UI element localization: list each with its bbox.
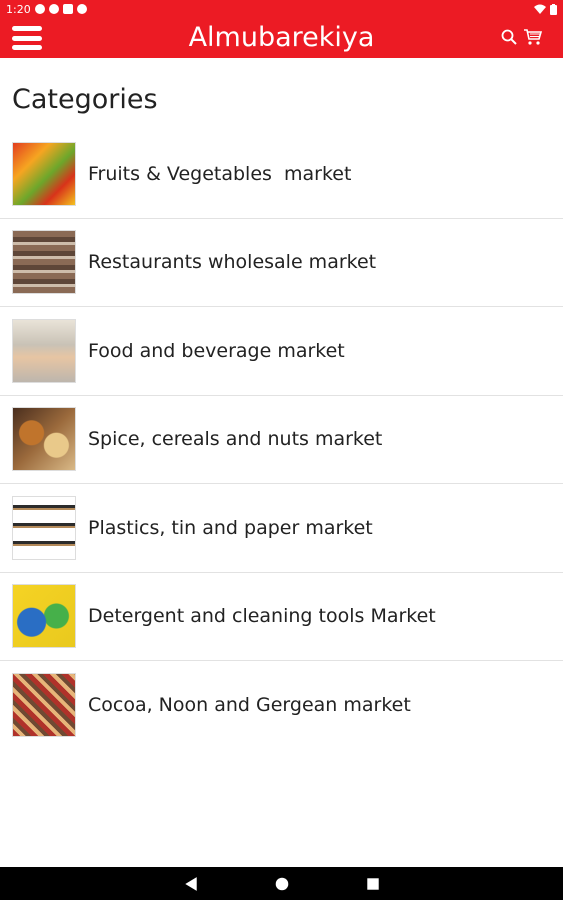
wifi-icon [534, 4, 546, 14]
recents-icon[interactable] [365, 876, 381, 892]
search-icon[interactable] [501, 29, 517, 45]
back-icon[interactable] [183, 876, 199, 892]
category-list: Fruits & Vegetables market Restaurants w… [0, 130, 563, 750]
category-label: Detergent and cleaning tools Market [88, 605, 436, 628]
category-thumbnail [12, 141, 76, 206]
notification-icon [48, 4, 59, 14]
category-label: Spice, cereals and nuts market [88, 428, 383, 451]
system-nav-bar [0, 867, 563, 900]
notification-icon [76, 4, 87, 14]
list-item[interactable]: Fruits & Vegetables market [0, 130, 563, 219]
list-item[interactable]: Plastics, tin and paper market [0, 484, 563, 573]
category-label: Fruits & Vegetables market [88, 162, 352, 185]
category-thumbnail [12, 230, 76, 295]
notification-icon [34, 4, 45, 14]
category-thumbnail [12, 673, 76, 738]
app-title: Almubarekiya [188, 22, 375, 53]
home-icon[interactable] [274, 876, 290, 892]
list-item[interactable]: Food and beverage market [0, 307, 563, 396]
status-bar: 1:20 [0, 0, 563, 18]
cart-icon[interactable] [523, 28, 543, 46]
category-label: Plastics, tin and paper market [88, 516, 373, 539]
app-toolbar: Almubarekiya [0, 18, 563, 58]
list-item[interactable]: Restaurants wholesale market [0, 219, 563, 307]
battery-icon [550, 3, 557, 15]
category-label: Food and beverage market [88, 339, 345, 362]
page-title: Categories [12, 84, 158, 115]
category-label: Cocoa, Noon and Gergean market [88, 694, 411, 717]
list-item[interactable]: Detergent and cleaning tools Market [0, 573, 563, 661]
category-thumbnail [12, 318, 76, 383]
notification-icon [62, 4, 73, 14]
list-item[interactable]: Cocoa, Noon and Gergean market [0, 661, 563, 750]
category-thumbnail [12, 584, 76, 649]
category-thumbnail [12, 407, 76, 472]
list-item[interactable]: Spice, cereals and nuts market [0, 396, 563, 484]
category-label: Restaurants wholesale market [88, 251, 377, 274]
category-thumbnail [12, 495, 76, 560]
status-time: 1:20 [6, 2, 31, 16]
